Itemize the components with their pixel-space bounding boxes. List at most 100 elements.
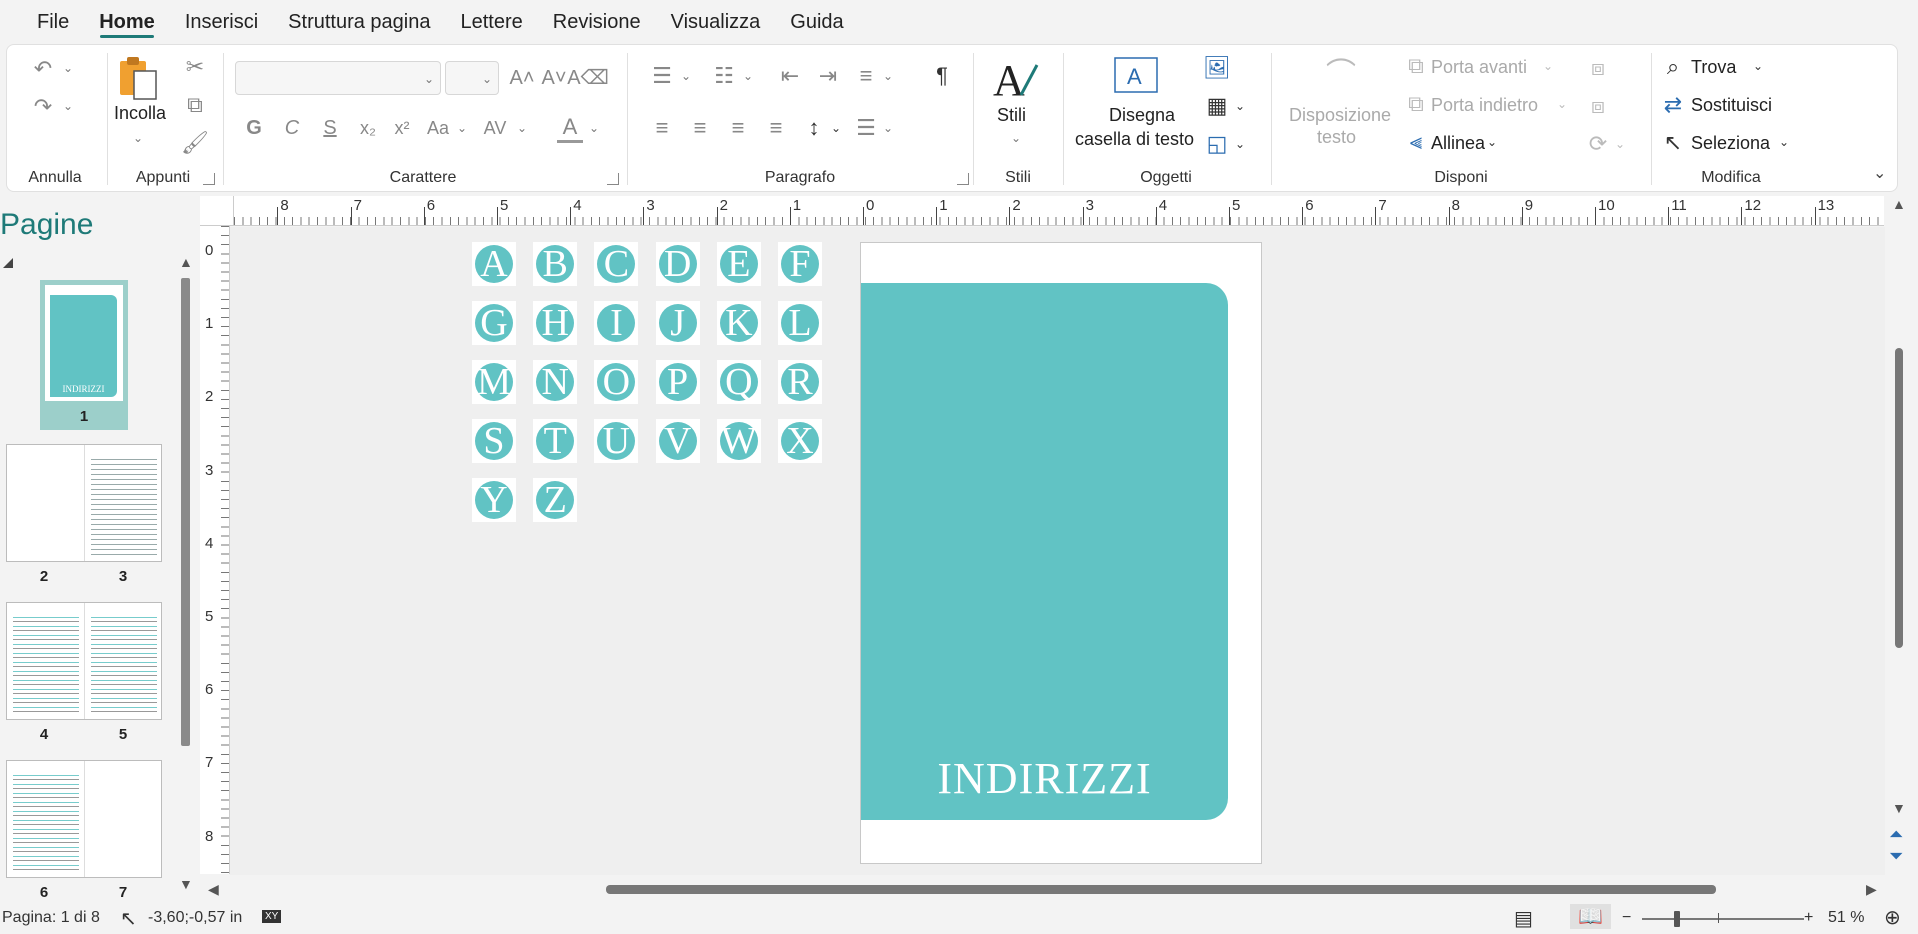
send-backward-dropdown-icon[interactable]: ⌄ xyxy=(1557,97,1567,111)
scroll-down-arrow-icon[interactable]: ▼ xyxy=(1892,800,1906,816)
menu-lettere[interactable]: Lettere xyxy=(446,0,538,44)
font-name-combobox[interactable]: ⌄ xyxy=(235,61,441,95)
scroll-up-arrow-icon[interactable]: ▲ xyxy=(179,254,193,270)
letter-tile-f[interactable]: F xyxy=(778,242,822,286)
clear-formatting-icon[interactable]: A⌫ xyxy=(567,65,609,91)
find-dropdown-icon[interactable]: ⌄ xyxy=(1753,59,1763,73)
insert-picture-icon[interactable]: 🖼 xyxy=(1203,55,1231,81)
letter-tile-v[interactable]: V xyxy=(655,419,700,463)
letter-tile-r[interactable]: R xyxy=(778,360,822,404)
paragrafo-launcher-icon[interactable] xyxy=(957,173,969,185)
xy-toggle-icon[interactable]: XY xyxy=(262,910,282,923)
vertical-scroll-thumb[interactable] xyxy=(1895,348,1903,648)
letter-tile-g[interactable]: G xyxy=(472,301,516,345)
letter-tile-y[interactable]: Y xyxy=(472,478,516,522)
letter-tile-j[interactable]: J xyxy=(655,301,700,345)
letter-tile-c[interactable]: C xyxy=(594,242,639,286)
letter-tile-q[interactable]: Q xyxy=(716,360,761,404)
letter-tile-x[interactable]: X xyxy=(778,419,822,463)
character-spacing-icon[interactable]: AV xyxy=(479,115,511,141)
menu-struttura-pagina[interactable]: Struttura pagina xyxy=(273,0,445,44)
letter-tile-m[interactable]: M xyxy=(472,360,516,404)
redo-dropdown-icon[interactable]: ⌄ xyxy=(63,99,73,113)
rotate-dropdown-icon[interactable]: ⌄ xyxy=(1615,137,1625,151)
paragraph-style-icon[interactable]: ☰ xyxy=(853,115,879,141)
vertical-scrollbar[interactable]: ▲ ▼ ⏶ ⏷ xyxy=(1886,196,1912,876)
align-left-icon[interactable]: ≡ xyxy=(649,115,675,141)
book-view-icon[interactable]: 📖 xyxy=(1570,904,1611,929)
scroll-right-arrow-icon[interactable]: ▶ xyxy=(1866,881,1877,898)
bullets-icon[interactable]: ☰ xyxy=(649,63,675,89)
page-thumbnail-4-5[interactable] xyxy=(6,602,162,720)
paste-button[interactable]: Incolla ⌄ xyxy=(113,53,166,153)
horizontal-scroll-thumb[interactable] xyxy=(606,885,1716,894)
italic-button[interactable]: C xyxy=(279,115,305,141)
appunti-launcher-icon[interactable] xyxy=(203,173,215,185)
font-size-combobox[interactable]: ⌄ xyxy=(445,61,499,95)
justify-icon[interactable]: ≡ xyxy=(763,115,789,141)
document-page[interactable]: INDIRIZZI xyxy=(860,242,1262,864)
align-dropdown-icon[interactable]: ⌄ xyxy=(1487,135,1497,149)
insert-shapes-dropdown-icon[interactable]: ⌄ xyxy=(1235,137,1245,151)
zoom-slider-thumb[interactable] xyxy=(1674,911,1680,927)
decrease-indent-icon[interactable]: ⇤ xyxy=(777,63,803,89)
zoom-in-icon[interactable]: + xyxy=(1804,909,1813,927)
letter-tile-a[interactable]: A xyxy=(472,242,516,286)
carattere-launcher-icon[interactable] xyxy=(607,173,619,185)
fit-page-icon[interactable]: ⊕ xyxy=(1884,905,1901,930)
insert-table-dropdown-icon[interactable]: ⌄ xyxy=(1235,99,1245,113)
letter-tile-p[interactable]: P xyxy=(655,360,700,404)
print-layout-icon[interactable]: ▤ xyxy=(1514,906,1533,931)
character-spacing-dropdown-icon[interactable]: ⌄ xyxy=(517,121,527,135)
align-center-icon[interactable]: ≡ xyxy=(687,115,713,141)
bold-button[interactable]: G xyxy=(241,115,267,141)
page-thumbnail-2-3[interactable] xyxy=(6,444,162,562)
menu-visualizza[interactable]: Visualizza xyxy=(656,0,776,44)
insert-table-icon[interactable]: ▦ xyxy=(1203,93,1231,119)
letter-tile-b[interactable]: B xyxy=(533,242,578,286)
change-case-button[interactable]: Aa xyxy=(423,115,453,141)
shrink-font-icon[interactable]: A˅ xyxy=(541,65,567,91)
styles-button[interactable]: A Stili ⌄ xyxy=(989,53,1049,153)
increase-indent-icon[interactable]: ⇥ xyxy=(815,63,841,89)
send-backward-label[interactable]: Porta indietro xyxy=(1431,95,1538,116)
zoom-slider[interactable] xyxy=(1642,918,1804,920)
undo-dropdown-icon[interactable]: ⌄ xyxy=(63,61,73,75)
scroll-left-arrow-icon[interactable]: ◀ xyxy=(208,881,219,898)
send-backward-icon[interactable]: ⧉ xyxy=(1405,93,1427,115)
horizontal-ruler[interactable]: 8 7 6 5 4 3 2 1 0 1 2 3 4 5 6 7 8 9 10 11 12 13 xyxy=(234,196,1884,226)
align-label[interactable]: Allinea xyxy=(1431,133,1485,154)
bring-forward-dropdown-icon[interactable]: ⌄ xyxy=(1543,59,1553,73)
subscript-button[interactable]: x₂ xyxy=(355,115,381,141)
letter-tile-u[interactable]: U xyxy=(594,419,639,463)
menu-inserisci[interactable]: Inserisci xyxy=(170,0,273,44)
find-label[interactable]: Trova xyxy=(1691,57,1736,78)
show-marks-icon[interactable]: ¶ xyxy=(929,63,955,89)
menu-revisione[interactable]: Revisione xyxy=(538,0,656,44)
font-color-dropdown-icon[interactable]: ⌄ xyxy=(589,121,599,135)
pages-panel-scrollbar[interactable]: ▲ ▼ xyxy=(178,254,193,894)
scroll-down-arrow-icon[interactable]: ▼ xyxy=(179,876,193,892)
underline-button[interactable]: S xyxy=(317,115,343,141)
replace-icon[interactable]: ⇄ xyxy=(1661,93,1685,117)
page-indicator[interactable]: Pagina: 1 di 8 xyxy=(2,909,100,927)
page-thumbnail-1[interactable]: INDIRIZZI 1 xyxy=(40,280,128,430)
font-color-icon[interactable]: A xyxy=(557,113,583,143)
zoom-level[interactable]: 51 % xyxy=(1828,909,1864,927)
canvas-area[interactable]: ABCDEF GHIJKL MNOPQR STUVWX YZ INDIRIZZI xyxy=(230,227,1885,875)
collapse-ribbon-icon[interactable]: ⌄ xyxy=(1873,163,1886,183)
letter-tile-d[interactable]: D xyxy=(655,242,700,286)
draw-textbox-button[interactable]: A Disegna casella di testo xyxy=(1067,53,1207,163)
letter-tile-h[interactable]: H xyxy=(533,301,578,345)
align-right-icon[interactable]: ≡ xyxy=(725,115,751,141)
letter-tile-n[interactable]: N xyxy=(533,360,578,404)
redo-icon[interactable]: ↷ xyxy=(29,93,57,121)
text-wrap-button[interactable]: ⌒ Disposizione testo xyxy=(1281,53,1401,163)
line-spacing-icon[interactable]: ↕ xyxy=(801,115,827,141)
select-label[interactable]: Seleziona xyxy=(1691,133,1770,154)
numbering-dropdown-icon[interactable]: ⌄ xyxy=(743,69,753,83)
group-objects-icon[interactable]: ⧈ xyxy=(1585,55,1611,81)
letter-tile-s[interactable]: S xyxy=(472,419,516,463)
insert-shapes-icon[interactable]: ◱ xyxy=(1203,131,1231,157)
letter-tile-e[interactable]: E xyxy=(716,242,761,286)
